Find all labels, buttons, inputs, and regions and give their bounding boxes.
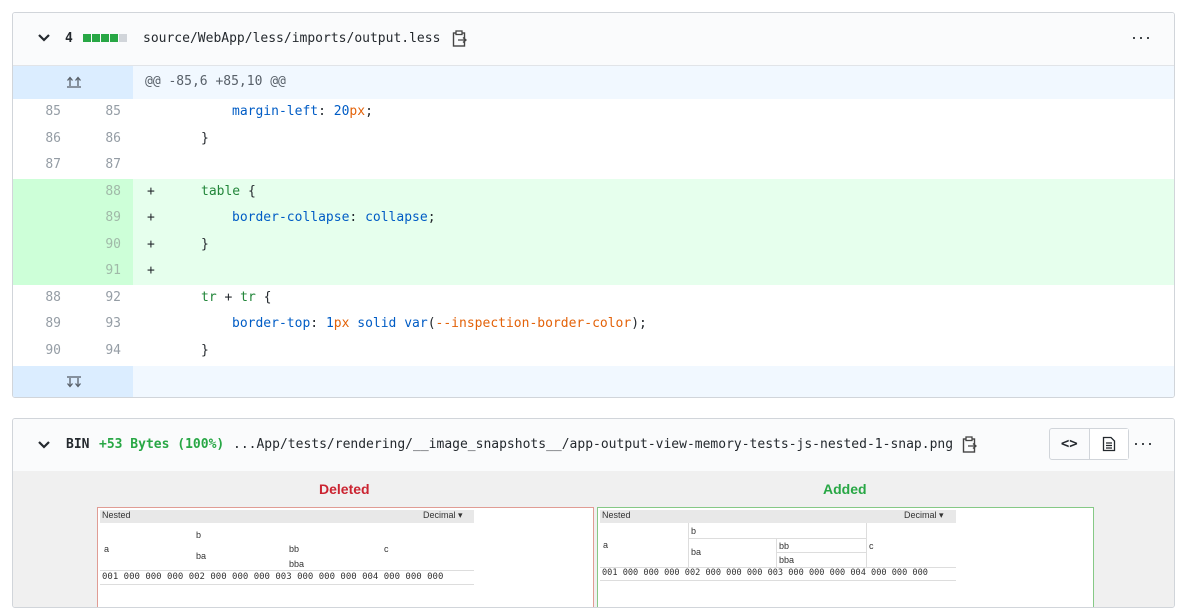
diffstat-added-block <box>110 34 118 42</box>
cell-ba: ba <box>691 547 702 557</box>
new-line-number[interactable]: 90 <box>91 237 121 252</box>
code-line: tr + tr { <box>201 289 272 305</box>
diff-line: 88 92 tr + tr { <box>13 285 1174 312</box>
hunk-header-text: @@ -85,6 +85,10 @@ <box>145 74 286 89</box>
new-line-number[interactable]: 85 <box>91 104 121 119</box>
code-line: border-top: 1px solid var(--inspection-b… <box>232 316 647 331</box>
more-options-icon[interactable]: ··· <box>1133 433 1154 454</box>
diffstat-added-block <box>92 34 100 42</box>
code-line: } <box>201 342 209 358</box>
new-line-number[interactable]: 87 <box>91 157 121 172</box>
hunk-header: @@ -85,6 +85,10 @@ <box>13 66 1174 99</box>
cell-b: b <box>691 526 697 536</box>
deleted-image: Nested Decimal ▾ a b ba bb bba c 001 000… <box>97 507 594 607</box>
diffstat-added-block <box>101 34 109 42</box>
diffstat-neutral-block <box>119 34 127 42</box>
cell-bba: bba <box>289 559 305 569</box>
diff-line: 85 85 margin-left: 20px; <box>13 99 1174 126</box>
added-marker: + <box>147 263 155 278</box>
clipboard-icon[interactable] <box>452 30 468 48</box>
added-caption: Added <box>823 481 867 497</box>
code-line: margin-left: 20px; <box>232 104 373 119</box>
diff-line: 87 87 <box>13 152 1174 179</box>
diffstat <box>83 34 127 42</box>
old-line-number[interactable]: 90 <box>31 343 61 358</box>
cell-c: c <box>869 541 874 551</box>
added-marker: + <box>147 210 155 225</box>
file-diff-output-less: 4 source/WebApp/less/imports/output.less… <box>12 12 1175 398</box>
new-line-number[interactable]: 86 <box>91 131 121 146</box>
cell-c: c <box>384 544 389 554</box>
file-path[interactable]: ...App/tests/rendering/__image_snapshots… <box>233 437 953 452</box>
old-line-number[interactable]: 88 <box>31 290 61 305</box>
added-marker: + <box>147 236 155 252</box>
diffstat-added-block <box>83 34 91 42</box>
code-line: } <box>201 236 209 252</box>
new-line-number[interactable]: 94 <box>91 343 121 358</box>
old-line-number[interactable]: 89 <box>31 316 61 331</box>
image-diff-view: Deleted Added Nested Decimal ▾ a b ba bb… <box>13 471 1174 607</box>
file-icon <box>1102 436 1115 452</box>
file-diff-binary-png: BIN +53 Bytes (100%) ...App/tests/render… <box>12 418 1175 608</box>
cell-bb: bb <box>289 544 300 554</box>
old-line-number[interactable]: 85 <box>31 104 61 119</box>
expand-up-icon[interactable] <box>65 74 83 90</box>
old-line-number[interactable]: 86 <box>31 131 61 146</box>
new-line-number[interactable]: 91 <box>91 263 121 278</box>
hunk-gutter <box>13 66 133 99</box>
added-image: Nested Decimal ▾ a b ba bb bba c 001 000… <box>597 507 1094 607</box>
bytes-change: +53 Bytes (100%) <box>99 437 225 452</box>
changes-count: 4 <box>65 31 73 46</box>
hunk-gutter <box>13 366 133 397</box>
chevron-down-icon[interactable] <box>37 438 51 452</box>
diff-lines: 85 85 margin-left: 20px; 86 86 } 87 87 8… <box>13 99 1174 365</box>
cell-bb: bb <box>779 541 790 551</box>
cell-b: b <box>196 530 202 540</box>
expand-down-icon[interactable] <box>65 374 83 390</box>
diff-line: 89 93 border-top: 1px solid var(--inspec… <box>13 311 1174 338</box>
cell-ba: ba <box>196 551 207 561</box>
code-view-button[interactable]: <> <box>1050 429 1089 459</box>
snapshot-mode: Decimal ▾ <box>423 510 463 520</box>
cell-a: a <box>603 540 609 550</box>
diff-line: 90 94 } <box>13 338 1174 365</box>
snapshot-toolbar <box>600 510 956 523</box>
clipboard-icon[interactable] <box>962 436 978 454</box>
diff-line: 86 86 } <box>13 126 1174 153</box>
added-marker: + <box>147 183 155 199</box>
cell-bba: bba <box>779 555 795 565</box>
new-line-number[interactable]: 92 <box>91 290 121 305</box>
deleted-caption: Deleted <box>319 481 370 497</box>
old-line-number[interactable]: 87 <box>31 157 61 172</box>
snapshot-toolbar <box>100 510 474 523</box>
rich-view-button[interactable] <box>1088 429 1128 459</box>
snapshot-title: Nested <box>102 510 131 520</box>
new-line-number[interactable]: 89 <box>91 210 121 225</box>
memory-row: 001 000 000 000 002 000 000 000 003 000 … <box>102 572 444 582</box>
view-toggle-group: <> <box>1049 428 1129 460</box>
more-options-icon[interactable]: ··· <box>1131 27 1152 48</box>
hunk-footer <box>13 366 1174 397</box>
new-line-number[interactable]: 93 <box>91 316 121 331</box>
file-header: 4 source/WebApp/less/imports/output.less… <box>13 13 1174 66</box>
diff-line-added: 88 + table { <box>13 178 1174 205</box>
file-header: BIN +53 Bytes (100%) ...App/tests/render… <box>13 419 1174 472</box>
diff-line-added: 90 + } <box>13 231 1174 258</box>
memory-row: 001 000 000 000 002 000 000 000 003 000 … <box>602 568 928 578</box>
chevron-down-icon[interactable] <box>37 31 51 45</box>
code-line: } <box>201 130 209 146</box>
bin-label: BIN <box>66 437 90 452</box>
snapshot-mode: Decimal ▾ <box>904 510 944 520</box>
code-line: table { <box>201 183 256 199</box>
code-line: border-collapse: collapse; <box>232 210 436 225</box>
new-line-number[interactable]: 88 <box>91 184 121 199</box>
snapshot-title: Nested <box>602 510 631 520</box>
cell-a: a <box>104 544 110 554</box>
file-path[interactable]: source/WebApp/less/imports/output.less <box>143 31 440 46</box>
diff-line-added: 89 + border-collapse: collapse; <box>13 205 1174 232</box>
diff-line-added: 91 + <box>13 258 1174 285</box>
